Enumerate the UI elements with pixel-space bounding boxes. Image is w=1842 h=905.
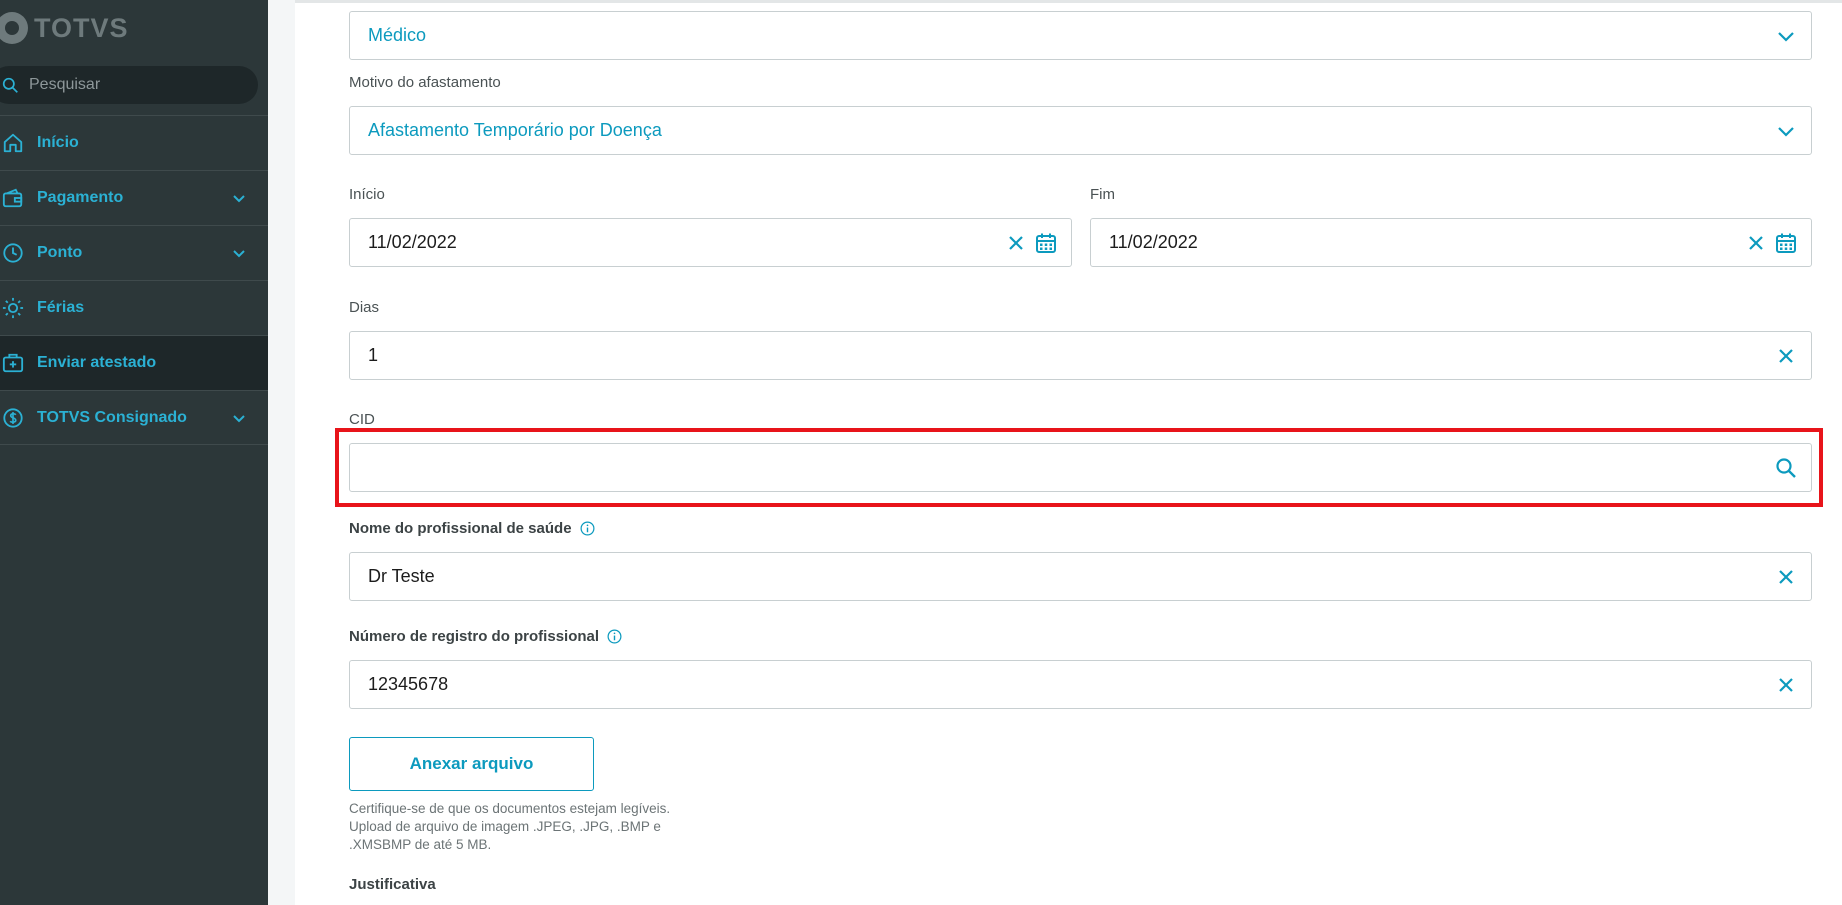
sidebar-item-totvs-consignado[interactable]: TOTVS Consignado xyxy=(0,390,268,445)
attach-file-button[interactable]: Anexar arquivo xyxy=(349,737,594,791)
totvs-logo-icon xyxy=(0,12,28,44)
totvs-logo[interactable]: TOTVS xyxy=(0,8,129,48)
chevron-down-icon[interactable] xyxy=(1775,120,1797,142)
chevron-down-icon[interactable] xyxy=(232,247,246,261)
registro-field[interactable] xyxy=(349,660,1812,709)
profissional-input[interactable] xyxy=(368,556,1775,597)
info-icon[interactable] xyxy=(607,629,622,644)
cid-lookup-field[interactable] xyxy=(349,443,1812,492)
tipo-select-value: Médico xyxy=(368,25,427,45)
clear-icon[interactable] xyxy=(1745,232,1767,254)
home-icon xyxy=(2,132,24,154)
search-icon xyxy=(2,77,18,93)
cid-input[interactable] xyxy=(368,447,1775,488)
upload-help-text: Certifique-se de que os documentos estej… xyxy=(349,800,709,854)
justificativa-label: Justificativa xyxy=(349,876,436,893)
sidebar-search xyxy=(0,66,258,104)
search-input[interactable] xyxy=(29,76,249,94)
wallet-icon xyxy=(2,187,24,209)
info-icon[interactable] xyxy=(580,521,595,536)
help-line: Upload de arquivo de imagem .JPEG, .JPG,… xyxy=(349,819,661,834)
sidebar-item-label: Início xyxy=(37,134,79,151)
main-content: Médico Motivo do afastamento Afastamento… xyxy=(295,0,1842,905)
sidebar-item-inicio[interactable]: Início xyxy=(0,115,268,170)
sidebar-item-label: Ponto xyxy=(37,244,83,261)
dias-input[interactable] xyxy=(368,335,1775,376)
clear-icon[interactable] xyxy=(1775,345,1797,367)
clear-icon[interactable] xyxy=(1775,566,1797,588)
profissional-label-text: Nome do profissional de saúde xyxy=(349,520,572,537)
clear-icon[interactable] xyxy=(1775,674,1797,696)
clock-icon xyxy=(2,242,24,264)
sun-icon xyxy=(2,297,24,319)
sidebar-item-label: TOTVS Consignado xyxy=(37,408,187,426)
inicio-date-field[interactable] xyxy=(349,218,1072,267)
medical-case-icon xyxy=(2,352,24,374)
help-line: .XMSBMP de até 5 MB. xyxy=(349,837,492,852)
dias-label: Dias xyxy=(349,299,380,316)
profissional-label: Nome do profissional de saúde xyxy=(349,520,595,537)
sidebar: TOTVS Início Pagamento Ponto xyxy=(0,0,268,905)
sidebar-item-ponto[interactable]: Ponto xyxy=(0,225,268,280)
registro-label-text: Número de registro do profissional xyxy=(349,628,600,645)
dollar-circle-icon xyxy=(2,407,24,429)
dias-field[interactable] xyxy=(349,331,1812,380)
sidebar-item-enviar-atestado[interactable]: Enviar atestado xyxy=(0,335,268,390)
chevron-down-icon[interactable] xyxy=(232,192,246,206)
sidebar-item-ferias[interactable]: Férias xyxy=(0,280,268,335)
sidebar-nav: Início Pagamento Ponto Férias Enviar ate… xyxy=(0,115,268,445)
chevron-down-icon[interactable] xyxy=(232,412,246,426)
calendar-icon[interactable] xyxy=(1775,232,1797,254)
fim-date-field[interactable] xyxy=(1090,218,1812,267)
cid-label: CID xyxy=(349,411,375,428)
calendar-icon[interactable] xyxy=(1035,232,1057,254)
fim-date-input[interactable] xyxy=(1109,222,1745,263)
registro-label: Número de registro do profissional xyxy=(349,628,622,645)
sidebar-item-label: Férias xyxy=(37,299,85,316)
motivo-select-value: Afastamento Temporário por Doença xyxy=(368,120,662,140)
fim-label: Fim xyxy=(1090,186,1115,203)
logo-text: TOTVS xyxy=(34,12,129,43)
sidebar-item-pagamento[interactable]: Pagamento xyxy=(0,170,268,225)
motivo-select[interactable]: Afastamento Temporário por Doença xyxy=(349,106,1812,155)
inicio-date-input[interactable] xyxy=(368,222,1005,263)
top-divider xyxy=(295,0,1842,3)
help-line: Certifique-se de que os documentos estej… xyxy=(349,801,671,816)
sidebar-item-label: Pagamento xyxy=(37,189,124,206)
chevron-down-icon[interactable] xyxy=(1775,25,1797,47)
sidebar-item-label: Enviar atestado xyxy=(37,354,157,371)
tipo-select[interactable]: Médico xyxy=(349,11,1812,60)
clear-icon[interactable] xyxy=(1005,232,1027,254)
inicio-label: Início xyxy=(349,186,385,203)
registro-input[interactable] xyxy=(368,664,1775,705)
search-icon[interactable] xyxy=(1775,457,1797,479)
profissional-field[interactable] xyxy=(349,552,1812,601)
motivo-label: Motivo do afastamento xyxy=(349,74,501,91)
